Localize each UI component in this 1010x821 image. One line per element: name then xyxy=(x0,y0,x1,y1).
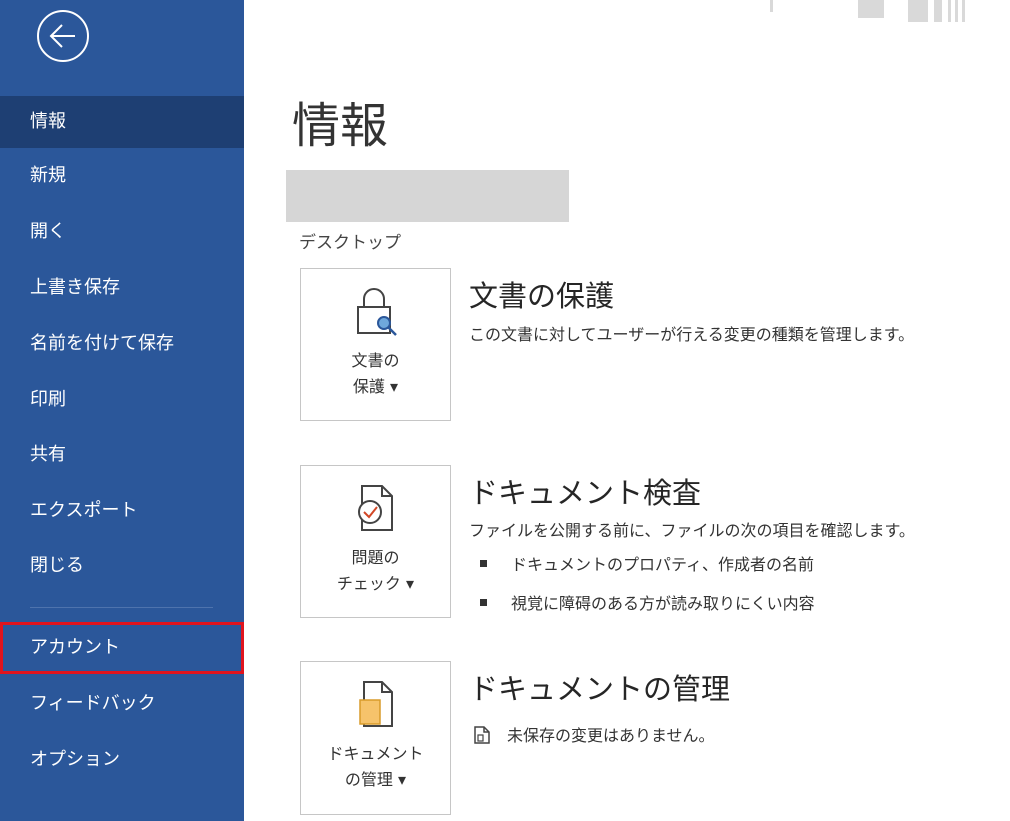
section-description: ファイルを公開する前に、ファイルの次の項目を確認します。 xyxy=(469,521,915,540)
chevron-down-icon: ▾ xyxy=(398,770,407,789)
nav-print[interactable]: 印刷 xyxy=(0,374,244,426)
nav-export[interactable]: エクスポート xyxy=(0,485,244,537)
save-status: 未保存の変更はありません。 xyxy=(473,722,715,746)
backstage-sidebar: 情報 新規 開く 上書き保存 名前を付けて保存 印刷 共有 エクスポート 閉じる… xyxy=(0,0,244,821)
back-button[interactable] xyxy=(33,6,93,66)
background-decoration xyxy=(770,0,773,12)
bullet-icon xyxy=(480,560,487,567)
section-heading: 文書の保護 xyxy=(469,279,615,313)
file-location: デスクトップ xyxy=(299,233,401,253)
list-item: ドキュメントのプロパティ、作成者の名前 xyxy=(480,551,814,575)
tile-label: の管理 ▾ xyxy=(344,770,407,789)
nav-account[interactable]: アカウント xyxy=(0,622,244,674)
tile-label: チェック ▾ xyxy=(336,574,415,593)
nav-new[interactable]: 新規 xyxy=(0,150,244,202)
tile-label: ドキュメント xyxy=(327,744,424,763)
background-decoration xyxy=(955,0,958,22)
check-for-issues-button[interactable]: 問題の チェック ▾ xyxy=(300,465,451,618)
nav-open[interactable]: 開く xyxy=(0,206,244,258)
bullet-icon xyxy=(480,599,487,606)
nav-close[interactable]: 閉じる xyxy=(0,540,244,592)
nav-share[interactable]: 共有 xyxy=(0,429,244,481)
nav-info[interactable]: 情報 xyxy=(0,96,244,148)
nav-save[interactable]: 上書き保存 xyxy=(0,262,244,314)
nav-feedback[interactable]: フィードバック xyxy=(0,678,244,730)
section-heading: ドキュメント検査 xyxy=(469,476,702,510)
background-decoration xyxy=(948,0,951,22)
section-description: この文書に対してユーザーが行える変更の種類を管理します。 xyxy=(469,325,915,344)
section-heading: ドキュメントの管理 xyxy=(469,672,731,706)
background-decoration xyxy=(962,0,965,22)
background-decoration xyxy=(858,0,884,18)
document-icon xyxy=(474,726,490,744)
page-title: 情報 xyxy=(292,98,389,154)
back-arrow-circle-icon xyxy=(37,10,89,62)
save-status-text: 未保存の変更はありません。 xyxy=(507,726,715,745)
chevron-down-icon: ▾ xyxy=(406,574,415,593)
background-decoration xyxy=(934,0,942,22)
file-path-blurred xyxy=(286,170,569,222)
manage-document-icon xyxy=(358,681,393,727)
protect-document-button[interactable]: 文書の 保護 ▾ xyxy=(300,268,451,421)
lock-key-icon xyxy=(356,288,397,336)
chevron-down-icon: ▾ xyxy=(390,377,399,396)
tile-label: 文書の xyxy=(351,351,400,370)
list-item: 視覚に障碍のある方が読み取りにくい内容 xyxy=(480,590,815,614)
manage-document-button[interactable]: ドキュメント の管理 ▾ xyxy=(300,661,451,815)
background-decoration xyxy=(908,0,928,22)
info-pane: 情報 デスクトップ 文書の 保護 ▾ 文書の保護 この文書に対してユーザーが行え… xyxy=(244,0,1010,821)
tile-label: 問題の xyxy=(351,548,400,567)
tile-label: 保護 ▾ xyxy=(352,377,399,396)
sidebar-divider xyxy=(30,607,213,608)
document-check-icon xyxy=(357,485,393,531)
nav-options[interactable]: オプション xyxy=(0,734,244,786)
nav-save-as[interactable]: 名前を付けて保存 xyxy=(0,318,244,370)
